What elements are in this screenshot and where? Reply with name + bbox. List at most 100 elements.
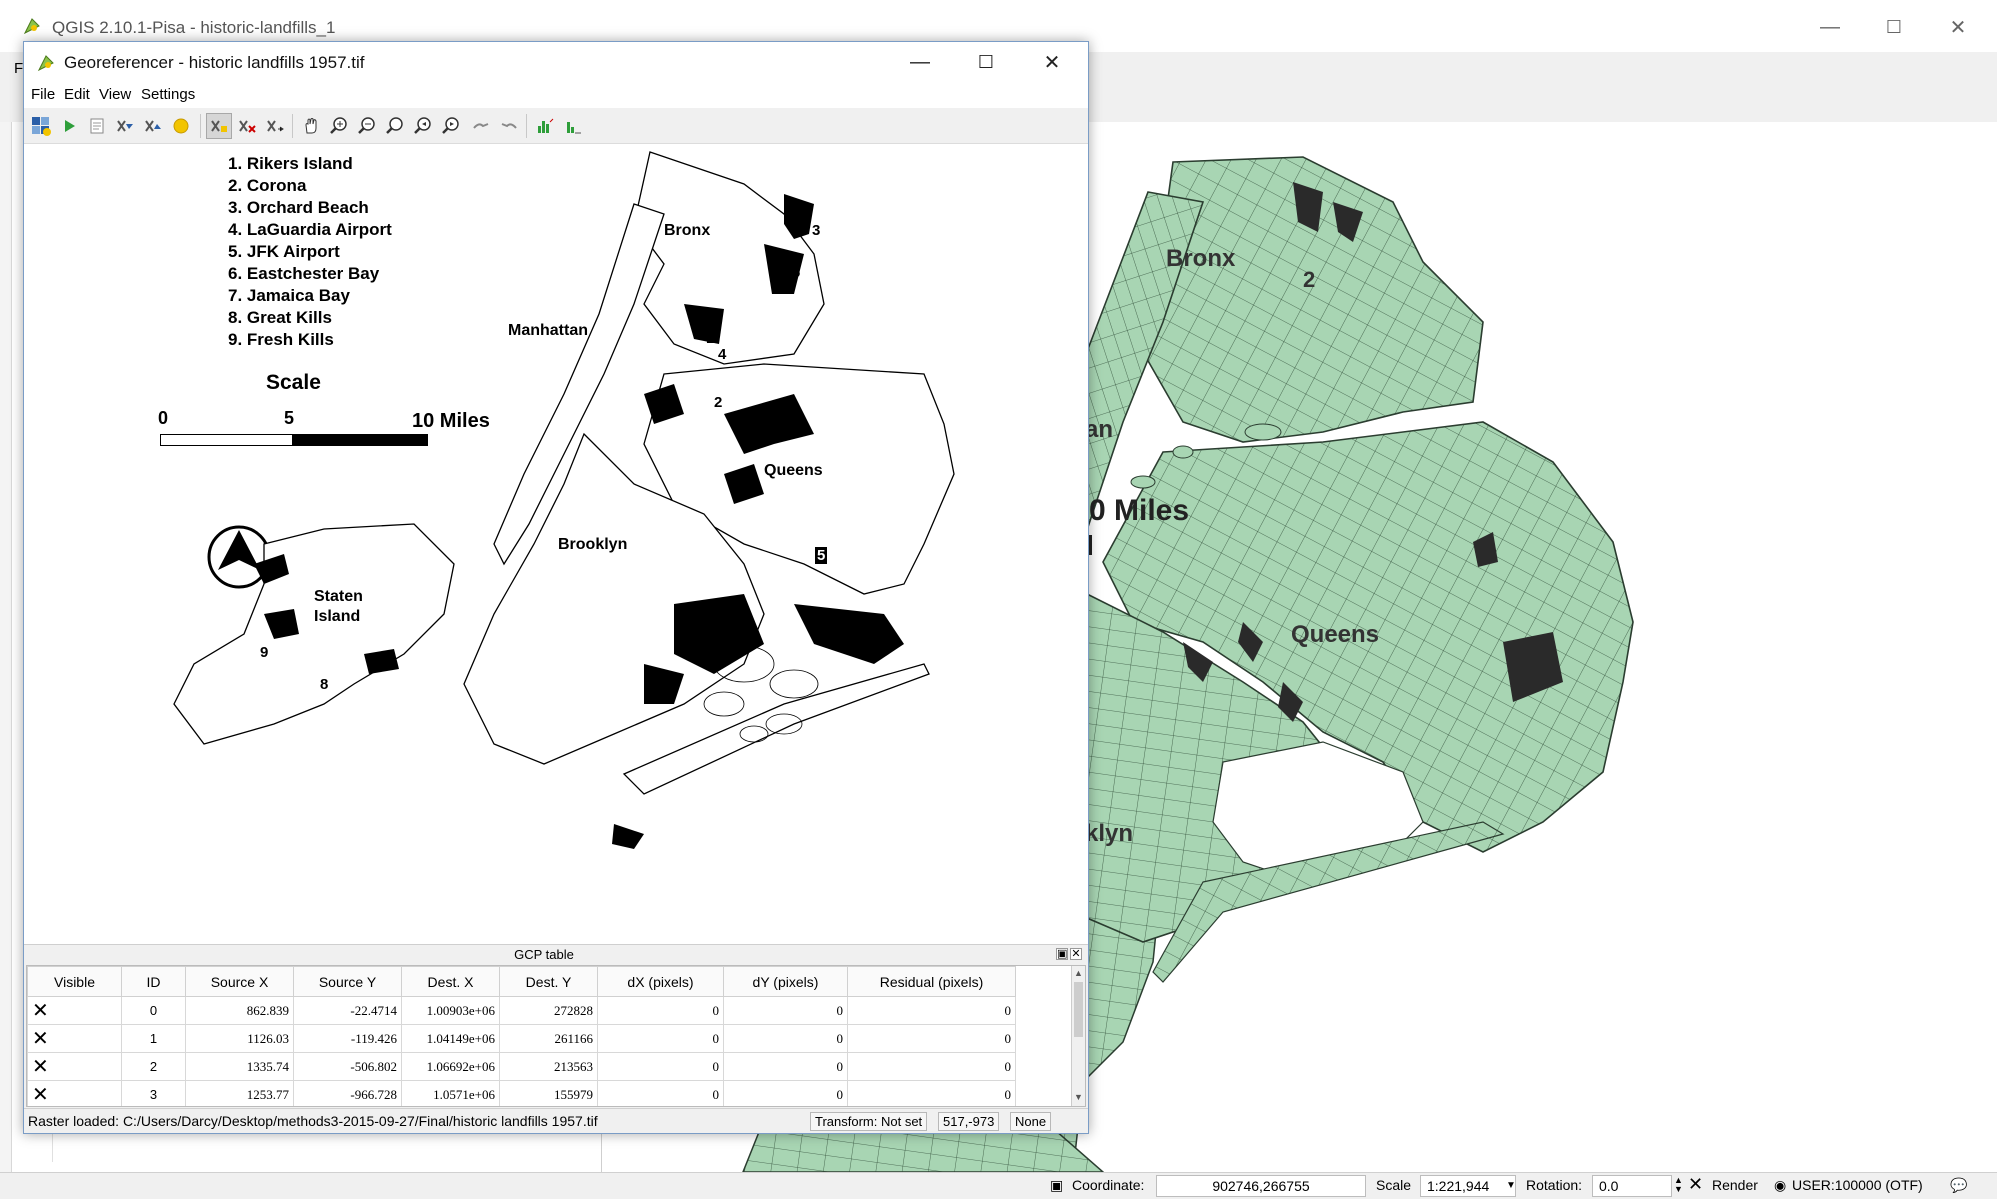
visible-checkbox[interactable]: ✕ (27, 1024, 122, 1053)
histogram-stretch-icon[interactable] (532, 113, 558, 139)
save-gcp-icon[interactable] (140, 113, 166, 139)
column-header-dest-x[interactable]: Dest. X (401, 966, 500, 997)
coordinate-toggle-icon[interactable]: ▣ (1050, 1177, 1063, 1194)
scroll-down-icon[interactable]: ▼ (1074, 1092, 1083, 1102)
local-histogram-icon[interactable] (560, 113, 586, 139)
rotation-spinner-icon[interactable]: ▲ ▼ (1674, 1176, 1683, 1194)
dest-x-cell[interactable]: 1.00903e+06 (401, 996, 500, 1025)
delete-point-icon[interactable] (234, 113, 260, 139)
site-number: 9 (260, 644, 269, 661)
left-dock-strip (0, 122, 12, 1172)
menu-file[interactable]: File (31, 86, 55, 103)
source-x-cell[interactable]: 1335.74 (185, 1052, 294, 1081)
scanned-staten-island-outline (173, 523, 455, 745)
source-y-cell[interactable]: -966.728 (293, 1080, 402, 1106)
visible-checkbox[interactable]: ✕ (27, 1052, 122, 1081)
label-landfill-2: 2 (1303, 267, 1315, 292)
coordinate-field[interactable]: 902746,266755 (1156, 1175, 1366, 1197)
dx-cell: 0 (597, 1052, 724, 1081)
gcp-table-scrollbar[interactable]: ▲ ▼ (1071, 966, 1085, 1106)
georeferencer-minimize-button[interactable]: — (902, 47, 938, 77)
status-message: Raster loaded: C:/Users/Darcy/Desktop/me… (28, 1113, 598, 1129)
dest-x-cell[interactable]: 1.04149e+06 (401, 1024, 500, 1053)
add-point-icon[interactable] (206, 113, 232, 139)
georeferencer-close-button[interactable]: ✕ (1034, 47, 1070, 77)
link-qgis-to-georef-icon[interactable] (496, 113, 522, 139)
zoom-to-layer-icon[interactable] (382, 113, 408, 139)
source-x-cell[interactable]: 862.839 (185, 996, 294, 1025)
gcp-row[interactable]: ✕ 0 862.839 -22.4714 1.00903e+06 272828 … (27, 996, 1016, 1025)
close-button[interactable]: ✕ (1940, 12, 1976, 42)
rotation-field[interactable]: 0.0 (1592, 1175, 1672, 1197)
dy-cell: 0 (723, 996, 848, 1025)
scale-dropdown-icon[interactable]: ▼ (1506, 1180, 1516, 1191)
gcp-row[interactable]: ✕ 3 1253.77 -966.728 1.0571e+06 155979 0… (27, 1080, 1016, 1106)
visible-checkbox[interactable]: ✕ (27, 1080, 122, 1106)
open-raster-icon[interactable] (28, 113, 54, 139)
gcp-id: 2 (121, 1052, 186, 1081)
source-x-cell[interactable]: 1126.03 (185, 1024, 294, 1053)
column-header-residual[interactable]: Residual (pixels) (847, 966, 1016, 997)
menu-view[interactable]: View (99, 86, 131, 103)
dest-y-cell[interactable]: 261166 (499, 1024, 598, 1053)
gcp-id: 0 (121, 996, 186, 1025)
zoom-last-icon[interactable] (410, 113, 436, 139)
pan-icon[interactable] (298, 113, 324, 139)
column-header-dest-y[interactable]: Dest. Y (499, 966, 598, 997)
move-gcp-icon[interactable] (262, 113, 288, 139)
residual-cell: 0 (847, 1080, 1016, 1106)
maximize-button[interactable]: ☐ (1876, 12, 1912, 42)
zoom-in-icon[interactable] (326, 113, 352, 139)
coordinate-label: Coordinate: (1072, 1177, 1145, 1193)
crs-globe-icon[interactable]: ◉ (1774, 1177, 1786, 1194)
gcp-row[interactable]: ✕ 1 1126.03 -119.426 1.04149e+06 261166 … (27, 1024, 1016, 1053)
dock-close-button[interactable]: ✕ (1070, 948, 1082, 960)
georeferencer-canvas[interactable]: 1. Rikers Island 2. Corona 3. Orchard Be… (24, 144, 1088, 944)
scale-combo[interactable]: 1:221,944 (1420, 1175, 1516, 1197)
start-georeferencing-icon[interactable] (56, 113, 82, 139)
zoom-next-icon[interactable] (438, 113, 464, 139)
dest-y-cell[interactable]: 213563 (499, 1052, 598, 1081)
qgis-logo-icon (23, 18, 40, 35)
transformation-settings-icon[interactable] (168, 113, 194, 139)
column-header-visible[interactable]: Visible (27, 966, 122, 997)
dest-x-cell[interactable]: 1.06692e+06 (401, 1052, 500, 1081)
crs-status[interactable]: USER:100000 (OTF) (1792, 1177, 1923, 1193)
source-y-cell[interactable]: -119.426 (293, 1024, 402, 1053)
column-header-id[interactable]: ID (121, 966, 186, 997)
residual-cell: 0 (847, 996, 1016, 1025)
zoom-out-icon[interactable] (354, 113, 380, 139)
messages-icon[interactable]: 💬 (1950, 1177, 1967, 1194)
menu-settings[interactable]: Settings (141, 86, 195, 103)
source-y-cell[interactable]: -506.802 (293, 1052, 402, 1081)
load-gcp-icon[interactable] (112, 113, 138, 139)
scanned-label-bronx: Bronx (664, 222, 711, 239)
column-header-dx[interactable]: dX (pixels) (597, 966, 724, 997)
dock-float-button[interactable]: ▣ (1056, 948, 1068, 960)
minimize-button[interactable]: — (1812, 12, 1848, 42)
generate-gdal-script-icon[interactable] (84, 113, 110, 139)
column-header-source-y[interactable]: Source Y (293, 966, 402, 997)
georeferencer-maximize-button[interactable]: ☐ (968, 47, 1004, 77)
dest-y-cell[interactable]: 272828 (499, 996, 598, 1025)
visible-checkbox[interactable]: ✕ (27, 996, 122, 1025)
georeferencer-menu-bar: File Edit View Settings (24, 82, 1088, 108)
scrollbar-thumb[interactable] (1074, 982, 1083, 1037)
site-number: 1 (706, 330, 715, 347)
gcp-header-row: Visible ID Source X Source Y Dest. X Des… (27, 966, 1016, 997)
dest-x-cell[interactable]: 1.0571e+06 (401, 1080, 500, 1106)
menu-edit[interactable]: Edit (64, 86, 90, 103)
georeferencer-toolbar (24, 108, 1088, 144)
render-checkbox[interactable]: ✕ (1688, 1174, 1703, 1195)
link-georef-to-qgis-icon[interactable] (468, 113, 494, 139)
transform-status: Transform: Not set (810, 1112, 928, 1131)
source-x-cell[interactable]: 1253.77 (185, 1080, 294, 1106)
menu-file[interactable]: F (14, 60, 23, 77)
gcp-row[interactable]: ✕ 2 1335.74 -506.802 1.06692e+06 213563 … (27, 1052, 1016, 1081)
gcp-table: Visible ID Source X Source Y Dest. X Des… (27, 966, 1016, 1106)
source-y-cell[interactable]: -22.4714 (293, 996, 402, 1025)
dest-y-cell[interactable]: 155979 (499, 1080, 598, 1106)
scroll-up-icon[interactable]: ▲ (1074, 968, 1083, 978)
column-header-source-x[interactable]: Source X (185, 966, 294, 997)
column-header-dy[interactable]: dY (pixels) (723, 966, 848, 997)
